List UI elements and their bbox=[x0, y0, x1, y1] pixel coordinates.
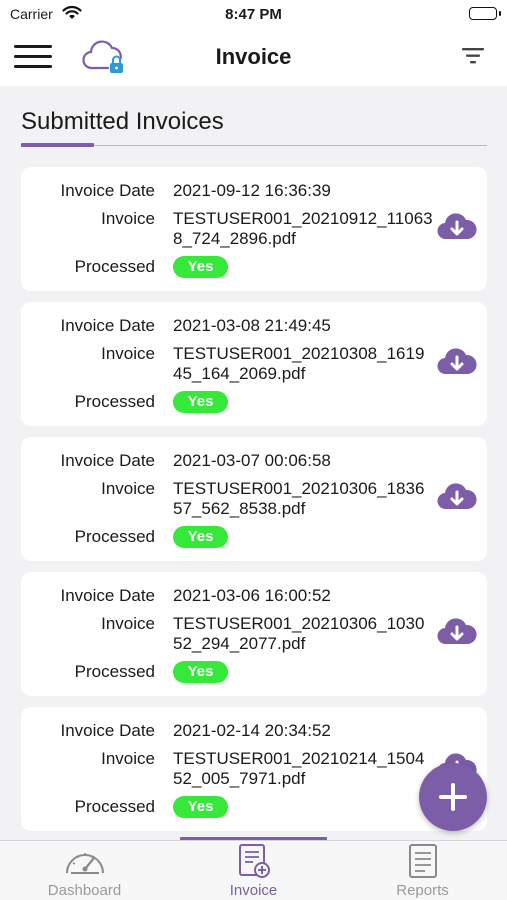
processed-badge: Yes bbox=[173, 256, 228, 278]
cloud-download-icon[interactable] bbox=[437, 616, 477, 653]
speedometer-icon bbox=[0, 843, 169, 884]
invoice-date-label: Invoice Date bbox=[60, 316, 156, 335]
processed-badge: Yes bbox=[173, 661, 228, 683]
invoice-file-value: TESTUSER001_20210308_161945_164_2069.pdf bbox=[173, 344, 425, 383]
invoice-label: Invoice bbox=[101, 209, 155, 228]
cloud-download-icon[interactable] bbox=[437, 211, 477, 248]
invoice-file-value: TESTUSER001_20210306_103052_294_2077.pdf bbox=[173, 614, 425, 653]
invoice-date-value: 2021-02-14 20:34:52 bbox=[173, 721, 331, 740]
invoice-date-value: 2021-09-12 16:36:39 bbox=[173, 181, 331, 200]
clock: 8:47 PM bbox=[225, 6, 282, 23]
processed-label: Processed bbox=[74, 797, 155, 816]
invoice-date-label: Invoice Date bbox=[60, 451, 156, 470]
invoice-date-value: 2021-03-08 21:49:45 bbox=[173, 316, 331, 335]
invoice-date-label: Invoice Date bbox=[60, 721, 156, 740]
invoice-file-value: TESTUSER001_20210214_150452_005_7971.pdf bbox=[173, 749, 425, 788]
cloud-download-icon[interactable] bbox=[437, 346, 477, 383]
invoice-date-label: Invoice Date bbox=[60, 181, 156, 200]
page-title: Invoice bbox=[215, 44, 292, 69]
processed-badge: Yes bbox=[173, 391, 228, 413]
section-accent-bar bbox=[21, 143, 94, 147]
invoice-label: Invoice bbox=[101, 479, 155, 498]
processed-label: Processed bbox=[74, 392, 155, 411]
add-invoice-button[interactable] bbox=[419, 763, 487, 831]
invoice-date-label: Invoice Date bbox=[60, 586, 156, 605]
invoice-date-value: 2021-03-07 00:06:58 bbox=[173, 451, 331, 470]
processed-label: Processed bbox=[74, 257, 155, 276]
invoice-label: Invoice bbox=[101, 749, 155, 768]
battery-icon bbox=[469, 7, 501, 20]
processed-badge: Yes bbox=[173, 526, 228, 548]
processed-label: Processed bbox=[74, 527, 155, 546]
invoice-card[interactable]: Invoice Date 2021-03-08 21:49:45 Invoice… bbox=[21, 302, 487, 426]
tab-label: Reports bbox=[396, 882, 449, 899]
filter-icon[interactable] bbox=[461, 46, 485, 71]
tab-bar: Dashboard Invoice Reports bbox=[0, 840, 507, 900]
tab-label: Dashboard bbox=[47, 882, 122, 899]
tab-dashboard[interactable]: Dashboard bbox=[0, 841, 169, 900]
nav-bar: Invoice bbox=[0, 30, 507, 86]
invoice-label: Invoice bbox=[101, 614, 155, 633]
invoice-file-value: TESTUSER001_20210306_183657_562_8538.pdf bbox=[173, 479, 425, 518]
processed-badge: Yes bbox=[173, 796, 228, 818]
report-icon bbox=[338, 843, 507, 886]
tab-label: Invoice bbox=[229, 882, 278, 899]
section-title: Submitted Invoices bbox=[21, 108, 224, 135]
invoice-date-value: 2021-03-06 16:00:52 bbox=[173, 586, 331, 605]
invoice-add-icon bbox=[169, 843, 338, 886]
processed-label: Processed bbox=[74, 662, 155, 681]
invoice-file-value: TESTUSER001_20210912_110638_724_2896.pdf bbox=[173, 209, 433, 248]
tab-invoice[interactable]: Invoice bbox=[169, 841, 338, 900]
invoice-card[interactable]: Invoice Date 2021-02-14 20:34:52 Invoice… bbox=[21, 707, 487, 831]
status-bar: Carrier 8:47 PM bbox=[0, 0, 507, 30]
tab-reports[interactable]: Reports bbox=[338, 841, 507, 900]
invoice-card[interactable]: Invoice Date 2021-09-12 16:36:39 Invoice… bbox=[21, 167, 487, 291]
cloud-download-icon[interactable] bbox=[437, 481, 477, 518]
invoice-card[interactable]: Invoice Date 2021-03-06 16:00:52 Invoice… bbox=[21, 572, 487, 696]
invoice-list: Invoice Date 2021-09-12 16:36:39 Invoice… bbox=[21, 167, 487, 842]
invoice-card[interactable]: Invoice Date 2021-03-07 00:06:58 Invoice… bbox=[21, 437, 487, 561]
invoice-label: Invoice bbox=[101, 344, 155, 363]
